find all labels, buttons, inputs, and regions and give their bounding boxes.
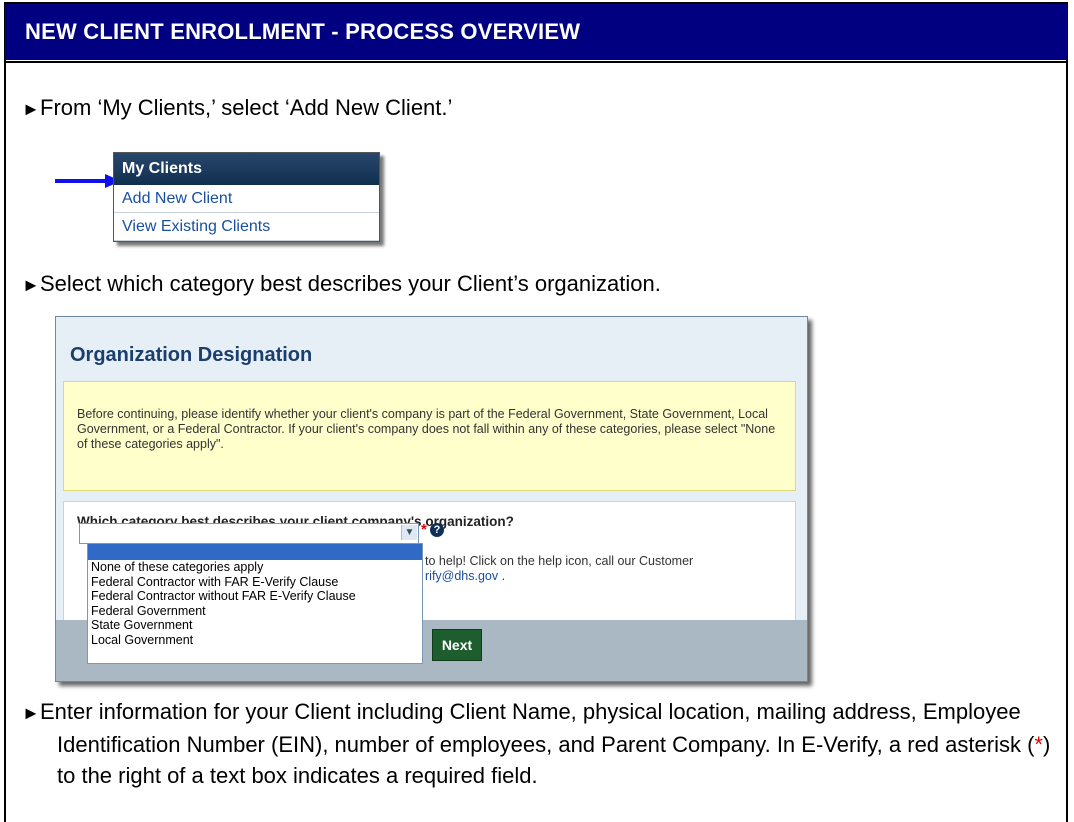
triangle-bullet-icon: ► xyxy=(22,275,40,295)
required-asterisk-sample: * xyxy=(1034,732,1043,757)
dropdown-option-none[interactable]: None of these categories apply xyxy=(88,560,422,575)
triangle-bullet-icon: ► xyxy=(22,99,40,119)
required-asterisk-icon: * xyxy=(421,521,427,538)
step-3-text-a: Enter information for your Client includ… xyxy=(40,699,1035,757)
dropdown-option-local-government[interactable]: Local Government xyxy=(88,633,422,648)
category-select[interactable]: ▼ xyxy=(79,523,419,544)
my-clients-heading: My Clients xyxy=(114,153,379,185)
help-text-line-2-end: . xyxy=(498,569,506,583)
my-clients-panel: My Clients Add New Client View Existing … xyxy=(113,152,380,242)
help-icon[interactable]: ? xyxy=(430,523,444,537)
help-email-link[interactable]: rify@dhs.gov xyxy=(425,569,498,583)
help-text: to help! Click on the help icon, call ou… xyxy=(425,554,693,584)
help-text-line-1: to help! Click on the help icon, call ou… xyxy=(425,554,694,568)
page-header: NEW CLIENT ENROLLMENT - PROCESS OVERVIEW xyxy=(5,4,1067,60)
page-title: NEW CLIENT ENROLLMENT - PROCESS OVERVIEW xyxy=(25,19,581,44)
add-new-client-link[interactable]: Add New Client xyxy=(114,185,379,213)
organization-designation-panel: Organization Designation Before continui… xyxy=(55,316,808,682)
dropdown-option-contractor-with-far[interactable]: Federal Contractor with FAR E-Verify Cla… xyxy=(88,575,422,590)
pointer-arrow-icon xyxy=(55,174,121,188)
org-designation-title: Organization Designation xyxy=(70,344,313,366)
header-divider xyxy=(5,61,1067,63)
next-button[interactable]: Next xyxy=(432,629,482,661)
dropdown-option-contractor-without-far[interactable]: Federal Contractor without FAR E-Verify … xyxy=(88,589,422,604)
step-1: ►From ‘My Clients,’ select ‘Add New Clie… xyxy=(22,92,452,125)
category-dropdown-list: None of these categories apply Federal C… xyxy=(87,543,423,664)
dropdown-option-blank-highlighted[interactable] xyxy=(88,544,422,560)
org-designation-notice: Before continuing, please identify wheth… xyxy=(63,381,796,491)
dropdown-option-state-government[interactable]: State Government xyxy=(88,618,422,633)
view-existing-clients-link[interactable]: View Existing Clients xyxy=(114,213,379,241)
step-1-text: From ‘My Clients,’ select ‘Add New Clien… xyxy=(40,95,453,120)
step-3: ►Enter information for your Client inclu… xyxy=(22,696,1057,791)
triangle-bullet-icon: ► xyxy=(22,703,40,723)
dropdown-option-federal-government[interactable]: Federal Government xyxy=(88,604,422,619)
step-2-text: Select which category best describes you… xyxy=(40,271,661,296)
chevron-down-icon[interactable]: ▼ xyxy=(401,525,417,540)
step-2: ►Select which category best describes yo… xyxy=(22,268,661,301)
